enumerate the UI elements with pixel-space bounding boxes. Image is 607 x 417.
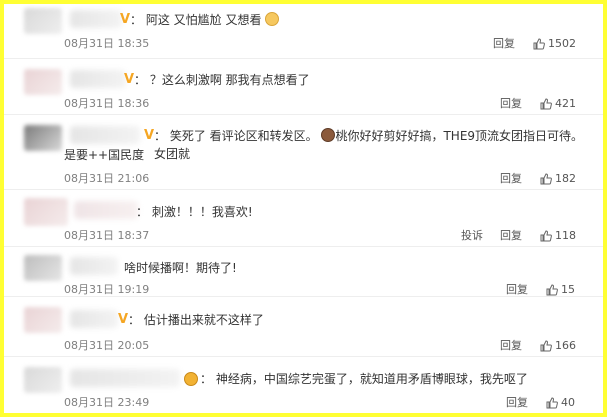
like-count: 118 — [555, 229, 576, 242]
reply-button[interactable]: 回复 — [500, 339, 522, 353]
like-count: 182 — [555, 172, 576, 185]
comment-date: 08月31日 18:36 — [64, 97, 150, 110]
comment-item: V ： 估计播出来就不这样了 08月31日 20:05 回复 166 — [4, 297, 603, 357]
comment-item: 啥时候播啊！期待了! 08月31日 19:19 回复 15 — [4, 247, 603, 297]
like-count: 15 — [561, 283, 575, 296]
comment-text: ： ？这么刺激啊 那我有点想看了 — [134, 73, 310, 87]
like-button[interactable]: 421 — [540, 97, 576, 111]
comment-text: ： 估计播出来就不这样了 — [128, 313, 264, 327]
thumbs-up-icon — [546, 397, 558, 409]
like-count: 1502 — [548, 37, 576, 50]
comment-text: ： 神经病，中国综艺完蛋了，就知道用矛盾博眼球，我先呕了 — [200, 372, 528, 386]
report-button[interactable]: 投诉 — [461, 229, 483, 243]
verified-badge-icon: V — [120, 12, 131, 27]
like-count: 166 — [555, 339, 576, 352]
reply-button[interactable]: 回复 — [506, 396, 528, 410]
comment-text: ： 笑死了 看评论区和转发区。 桃你好好剪好好搞，THE9顶流女团指日可待。女团… — [154, 128, 584, 161]
comment-item: V ： 阿这 又怕尴尬 又想看 08月31日 18:35 回复 1502 — [4, 4, 603, 59]
avatar[interactable] — [24, 255, 62, 281]
comment-item: ： 神经病，中国综艺完蛋了，就知道用矛盾博眼球，我先呕了 08月31日 23:4… — [4, 357, 603, 413]
like-button[interactable]: 15 — [546, 283, 575, 297]
comment-item: ： 刺激！！！我喜欢! 08月31日 18:37 投诉 回复 118 — [4, 190, 603, 247]
comment-date: 08月31日 18:37 — [64, 229, 150, 242]
username[interactable] — [70, 70, 126, 88]
username[interactable] — [70, 10, 122, 28]
comment-date: 08月31日 23:49 — [64, 396, 150, 409]
comment-date: 08月31日 18:35 — [64, 37, 150, 50]
avatar[interactable] — [24, 367, 62, 393]
thumbs-up-icon — [540, 230, 552, 242]
username[interactable] — [70, 257, 118, 275]
reply-button[interactable]: 回复 — [506, 283, 528, 297]
verified-badge-icon: V — [124, 72, 135, 87]
username[interactable] — [74, 201, 138, 219]
reply-button[interactable]: 回复 — [500, 229, 522, 243]
reply-button[interactable]: 回复 — [500, 97, 522, 111]
thumbs-up-icon — [540, 173, 552, 185]
comment-text: 啥时候播啊！期待了! — [124, 261, 237, 275]
girl-emoji-icon — [321, 128, 336, 142]
thumbs-up-icon — [546, 284, 558, 296]
comment-item: V ： ？这么刺激啊 那我有点想看了 08月31日 18:36 回复 421 — [4, 59, 603, 115]
comment-text: ： 阿这 又怕尴尬 又想看 — [130, 11, 280, 29]
thumbs-up-icon — [540, 340, 552, 352]
avatar[interactable] — [24, 69, 62, 95]
like-count: 421 — [555, 97, 576, 110]
thumbs-up-icon — [533, 38, 545, 50]
username[interactable] — [70, 126, 140, 144]
emoji-badge-icon — [184, 372, 198, 386]
like-button[interactable]: 182 — [540, 172, 576, 186]
avatar[interactable] — [24, 125, 62, 151]
like-button[interactable]: 118 — [540, 229, 576, 243]
like-button[interactable]: 40 — [546, 396, 575, 410]
cat-emoji-icon — [265, 12, 280, 26]
username[interactable] — [70, 369, 180, 387]
comment-date: 08月31日 21:06 — [64, 172, 150, 185]
like-count: 40 — [561, 396, 575, 409]
comment-text-continued: 是要++国民度 — [64, 148, 145, 162]
comment-date: 08月31日 20:05 — [64, 339, 150, 352]
like-button[interactable]: 166 — [540, 339, 576, 353]
comment-item: V ： 笑死了 看评论区和转发区。 桃你好好剪好好搞，THE9顶流女团指日可待。… — [4, 115, 603, 190]
comment-list: V ： 阿这 又怕尴尬 又想看 08月31日 18:35 回复 1502 V ：… — [4, 4, 603, 413]
avatar[interactable] — [24, 198, 68, 226]
like-button[interactable]: 1502 — [533, 37, 576, 51]
comment-date: 08月31日 19:19 — [64, 283, 150, 296]
avatar[interactable] — [24, 307, 62, 333]
verified-badge-icon: V — [118, 312, 129, 327]
verified-badge-icon: V — [144, 128, 155, 143]
comment-text: ： 刺激！！！我喜欢! — [136, 205, 253, 219]
reply-button[interactable]: 回复 — [493, 37, 515, 51]
avatar[interactable] — [24, 8, 62, 34]
username[interactable] — [70, 310, 118, 328]
thumbs-up-icon — [540, 98, 552, 110]
reply-button[interactable]: 回复 — [500, 172, 522, 186]
